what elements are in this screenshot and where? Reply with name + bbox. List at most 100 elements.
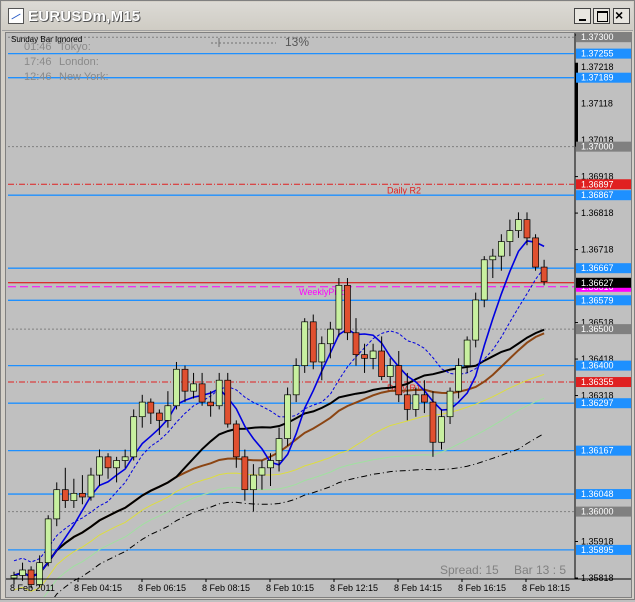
candle-body [438,416,445,443]
candle-body [369,350,377,359]
bar-progress-percent: 13% [285,35,309,49]
candle-body [292,365,300,396]
candle-body [327,328,334,345]
candle-body [207,401,214,407]
price-axis-label: 1.36818 [581,208,614,218]
price-label-text: 1.36400 [581,361,614,371]
candle-body [121,456,129,461]
price-label-text: 1.36867 [581,190,614,200]
price-label-text: 1.35895 [581,545,614,555]
candle-body [403,394,411,410]
time-axis-label: 8 Feb 06:15 [138,583,186,593]
candle-body [267,460,274,469]
candle-body [198,383,206,403]
candle-body [446,390,454,418]
candle-body [275,438,283,461]
price-label-text: 1.36897 [581,179,614,189]
candle-body [344,284,351,334]
title-bar[interactable]: EURUSDm,M15 × [2,2,633,31]
candle-body [429,401,437,443]
chart-window-icon [8,8,24,24]
candle-body [412,394,420,410]
price-axis-label: 1.36718 [581,245,614,255]
candle-body [523,219,531,239]
candle-body [19,569,26,576]
session-label-newyork: New York: [59,71,109,83]
price-axis-label: 1.37118 [581,99,613,109]
bar-timer: Bar 13 : 5 [514,563,566,577]
candle-body [532,237,539,268]
close-icon: × [615,7,624,23]
candle-body [361,354,368,359]
price-label-text: 1.36500 [581,324,614,334]
price-axis-label: 1.37218 [581,62,614,72]
candle-body [224,379,232,425]
candle-body [138,401,146,418]
candle-body [215,379,223,407]
session-label-tokyo: Tokyo: [59,41,91,53]
candle-body [53,489,61,520]
candle-body [540,266,548,283]
session-time-newyork: 12:46 [24,71,52,83]
price-label-text: 1.36579 [581,295,614,305]
candle-body [335,284,343,330]
candle-body [36,562,43,585]
window-title: EURUSDm,M15 [28,8,141,25]
time-axis-label: 8 Feb 10:15 [266,583,314,593]
candle-body [309,321,317,363]
chart-area[interactable]: Daily R2WeeklyPivotDaily R1 1.373061.374… [5,0,632,602]
price-label-text: 1.37255 [581,49,614,59]
price-label-text: 1.36297 [581,398,614,408]
time-axis-label: 8 Feb 14:15 [394,583,442,593]
time-axis-label: 8 Feb 08:15 [202,583,250,593]
price-label-text: 1.37189 [581,73,614,83]
candle-body [498,241,505,257]
price-label-text: 1.36667 [581,263,614,273]
chart-window: EURUSDm,M15 × Daily R2 WeeklyPivot Daily R… [0,0,635,602]
candle-body [173,368,180,407]
current-price-text: 1.36627 [581,278,614,288]
candle-body [421,394,428,403]
candle-body [87,474,95,498]
candle-body [463,339,471,366]
level-name: Daily R2 [387,185,421,195]
candle-body [395,365,403,396]
time-axis-label: 8 Feb 2011 [10,583,55,593]
time-axis-label: 8 Feb 04:15 [74,583,122,593]
maximize-button[interactable] [593,8,610,24]
candle-body [232,423,240,458]
minimize-icon [579,19,586,21]
candle-body [386,365,394,377]
candle-body [156,412,163,421]
candle-body [515,219,522,231]
maximize-icon [597,11,608,22]
time-axis-label: 8 Feb 18:15 [522,583,570,593]
time-axis-label: 8 Feb 12:15 [330,583,378,593]
candle-body [241,456,249,491]
price-label-text: 1.37000 [581,142,614,152]
candle-body [190,383,197,392]
session-time-tokyo: 01:46 [24,41,52,53]
candle-body [96,456,103,476]
candle-body [61,489,69,501]
candle-body [489,255,497,261]
price-label-text: 1.36000 [581,507,614,517]
close-button[interactable]: × [613,7,630,24]
candle-body [113,460,120,469]
candle-body [318,343,326,363]
price-chart[interactable]: Daily R2WeeklyPivotDaily R1 1.373061.374… [6,0,632,602]
candle-body [378,350,385,377]
candle-body [301,321,309,366]
candle-body [10,575,18,579]
price-label-text: 1.36167 [581,446,614,456]
spread-readout: Spread: 15 [440,563,499,577]
candle-body [250,474,257,491]
candle-body [352,332,360,356]
candle-body [455,365,462,392]
candle-body [70,492,78,501]
price-label-text: 1.36355 [581,377,614,387]
candle-body [147,401,155,414]
candle-body [181,368,189,392]
minimize-button[interactable] [574,8,591,24]
candle-body [506,230,514,242]
